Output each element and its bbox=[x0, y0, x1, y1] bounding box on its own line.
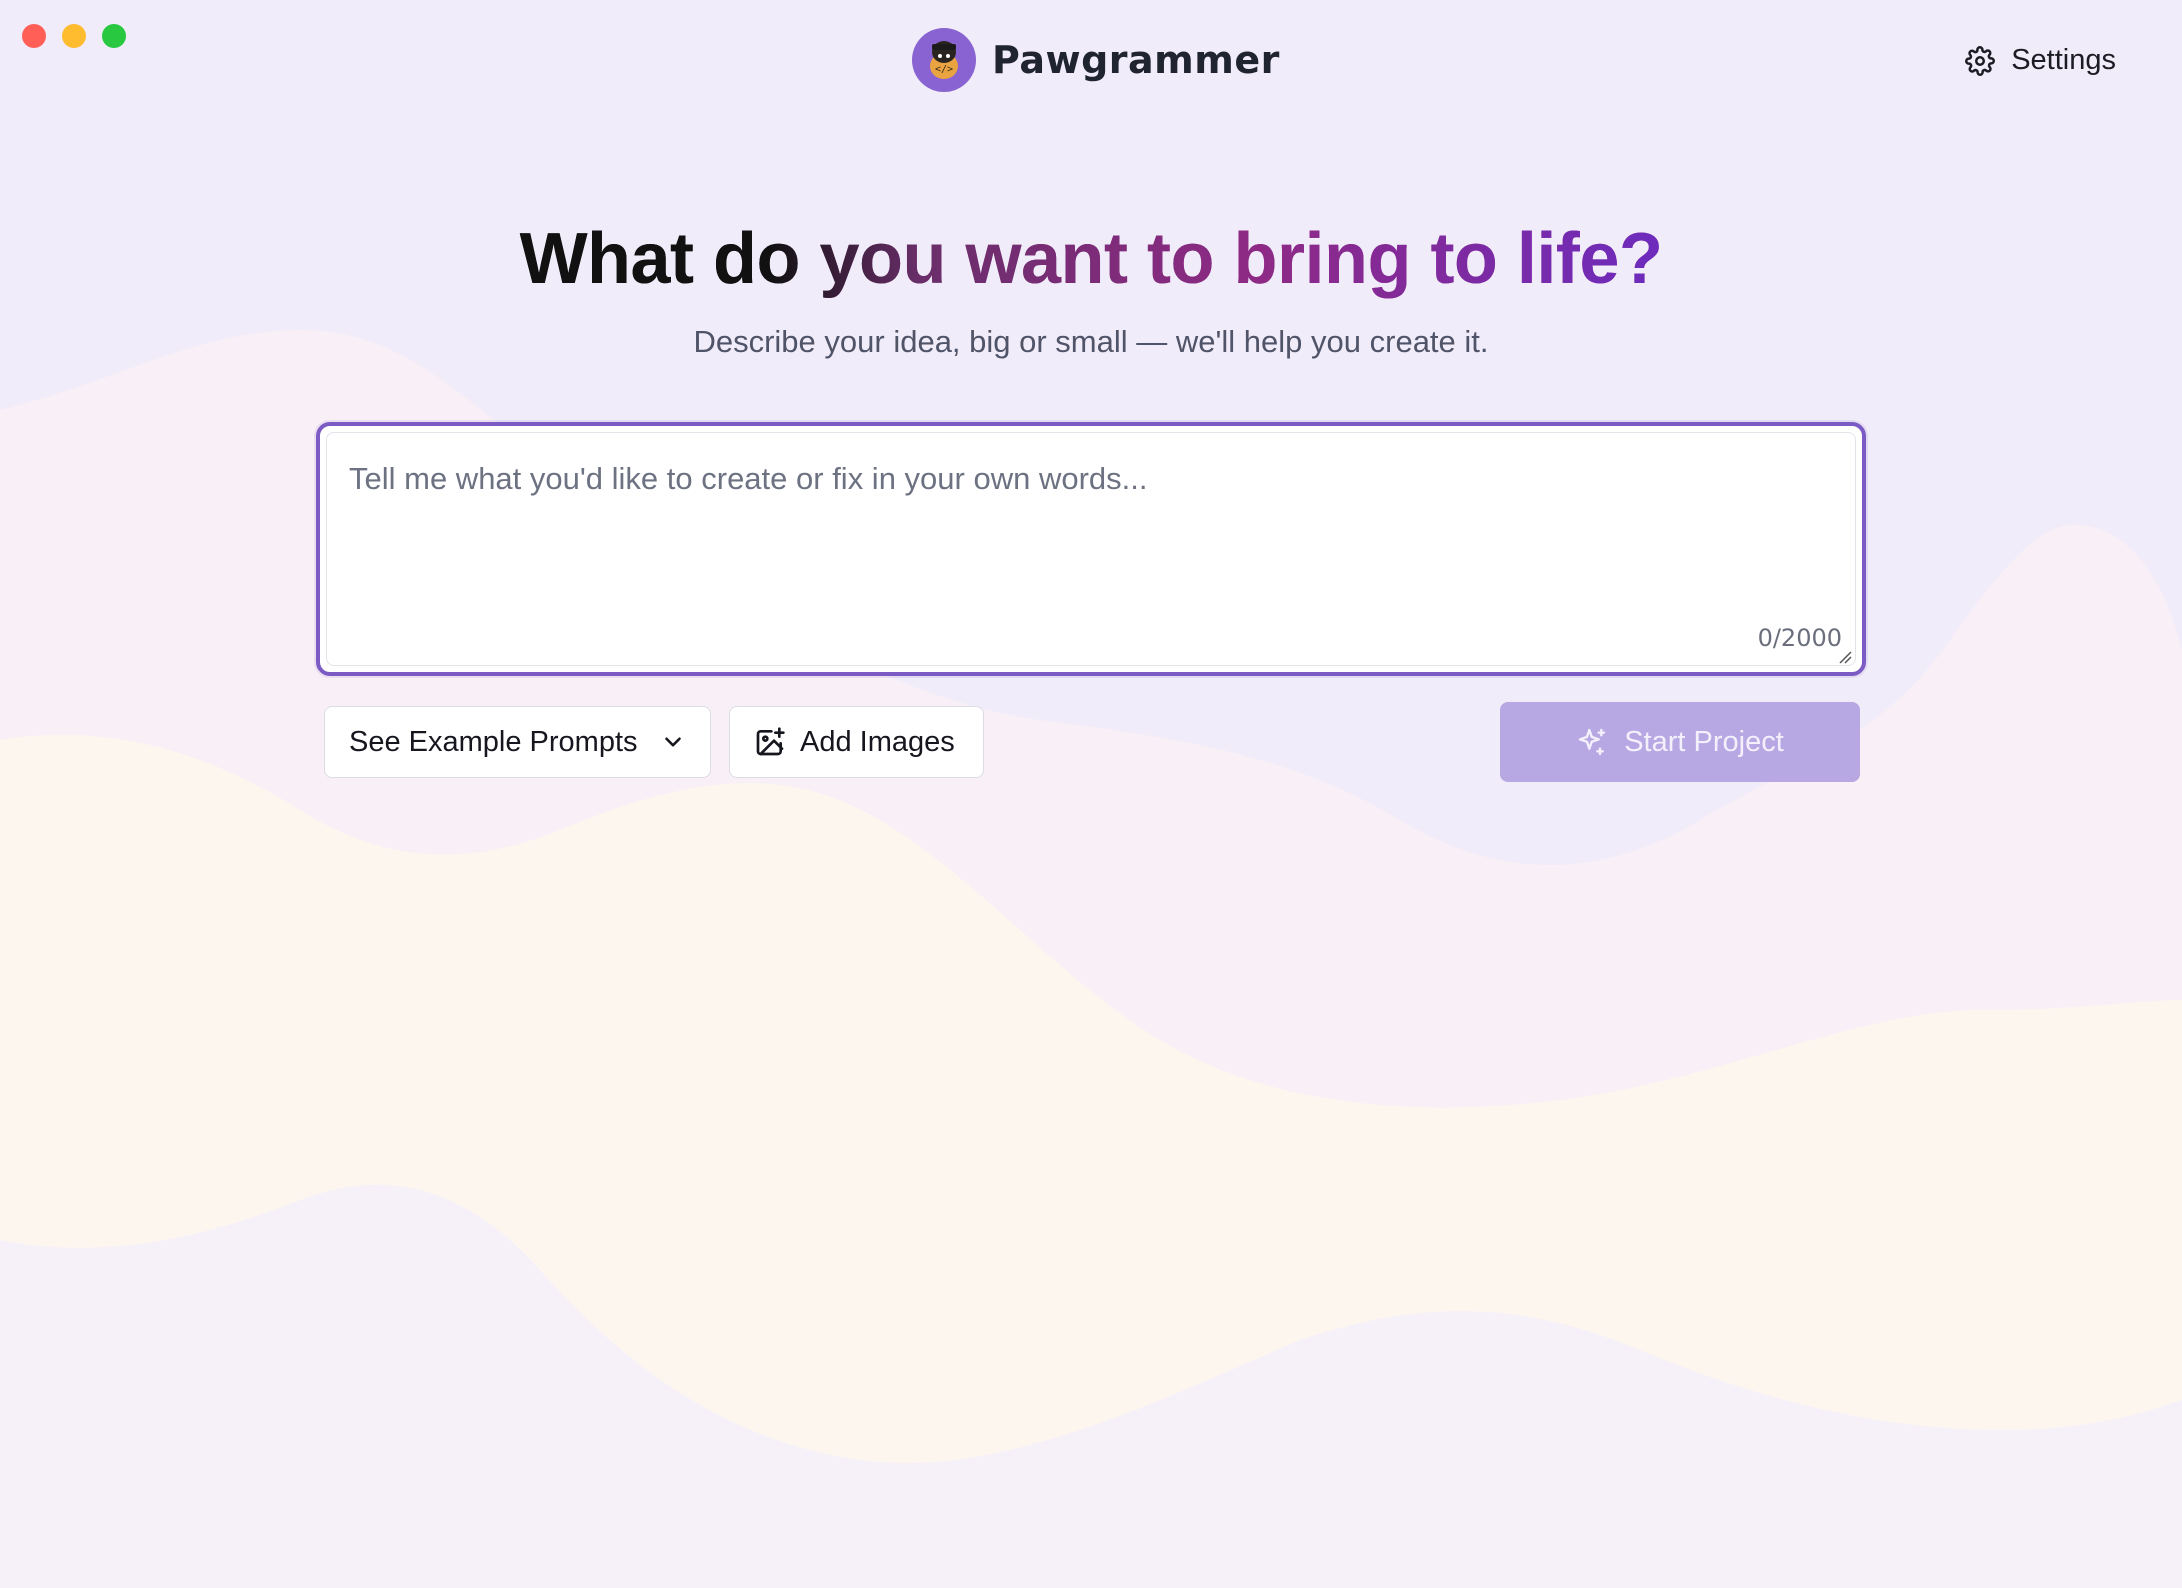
page-subtitle: Describe your idea, big or small — we'll… bbox=[693, 324, 1489, 359]
window-controls bbox=[22, 24, 126, 48]
brand: </> Pawgrammer bbox=[912, 28, 1280, 92]
see-example-prompts-button[interactable]: See Example Prompts bbox=[324, 706, 711, 778]
add-images-button[interactable]: Add Images bbox=[729, 706, 984, 778]
brand-name: Pawgrammer bbox=[992, 38, 1280, 82]
prompt-box: 0/2000 bbox=[316, 422, 1866, 676]
svg-text:</>: </> bbox=[935, 64, 953, 75]
close-window-button[interactable] bbox=[22, 24, 46, 48]
page-title: What do you want to bring to life? bbox=[0, 218, 2182, 300]
start-project-label: Start Project bbox=[1624, 725, 1784, 758]
maximize-window-button[interactable] bbox=[102, 24, 126, 48]
add-image-icon bbox=[756, 727, 785, 756]
resize-handle-icon[interactable] bbox=[1836, 648, 1852, 664]
start-project-button[interactable]: Start Project bbox=[1500, 702, 1860, 782]
add-images-label: Add Images bbox=[800, 725, 955, 758]
gear-icon bbox=[1965, 45, 1996, 76]
app-window: </> Pawgrammer Settings What do you want… bbox=[0, 0, 2182, 1588]
sparkle-icon bbox=[1579, 728, 1606, 756]
character-counter: 0/2000 bbox=[1757, 624, 1842, 652]
dog-coder-logo-icon: </> bbox=[912, 28, 976, 92]
see-example-prompts-label: See Example Prompts bbox=[349, 725, 638, 758]
settings-label: Settings bbox=[2011, 44, 2116, 76]
chevron-down-icon bbox=[664, 737, 681, 747]
prompt-input[interactable] bbox=[326, 432, 1856, 666]
minimize-window-button[interactable] bbox=[62, 24, 86, 48]
settings-button[interactable]: Settings bbox=[1965, 44, 2116, 77]
